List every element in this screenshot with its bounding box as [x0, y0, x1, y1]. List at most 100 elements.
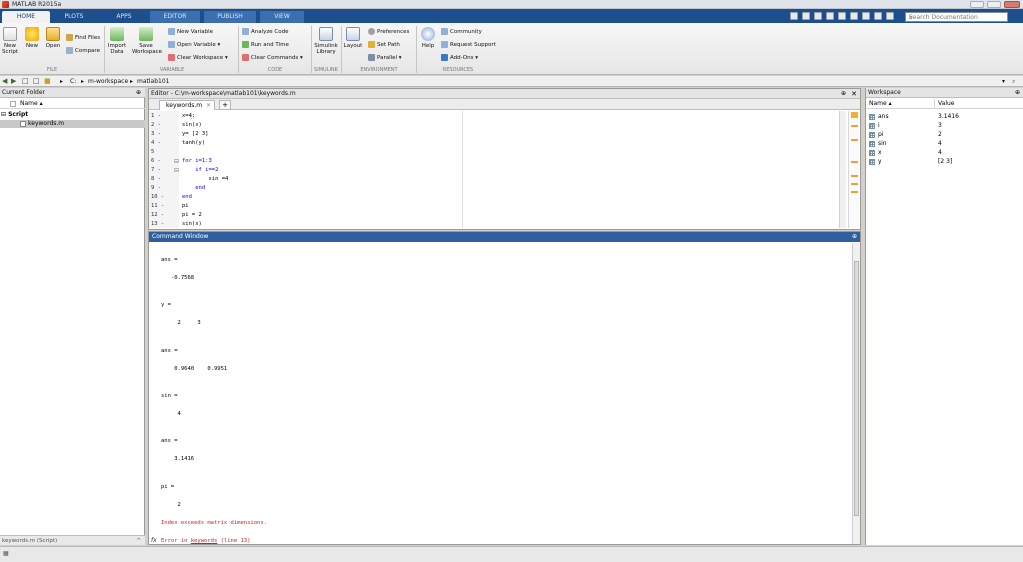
save-icon[interactable]: [802, 12, 810, 20]
code-line[interactable]: if i==2: [182, 166, 218, 175]
warning-marker[interactable]: [851, 175, 858, 177]
minimize-button[interactable]: [970, 1, 984, 8]
tab-publish[interactable]: PUBLISH: [204, 11, 256, 23]
help-button[interactable]: Help: [418, 27, 438, 49]
folder-up-icon[interactable]: □: [22, 78, 29, 85]
command-window-scrollbar[interactable]: [852, 243, 860, 544]
maximize-button[interactable]: [987, 1, 1001, 8]
table-row[interactable]: sin 4: [866, 139, 1023, 148]
cut-icon[interactable]: [814, 12, 822, 20]
close-button[interactable]: [1004, 1, 1020, 8]
code-line[interactable]: end: [182, 184, 205, 193]
save-workspace-button[interactable]: Save Workspace: [132, 27, 162, 55]
request-support-button[interactable]: Request Support: [441, 40, 496, 51]
close-tab-icon[interactable]: ×: [206, 101, 211, 110]
parallel-button[interactable]: Parallel ▾: [368, 53, 402, 64]
analyze-code-button[interactable]: Analyze Code: [242, 27, 289, 38]
code-line[interactable]: pi: [182, 202, 189, 211]
preferences-button[interactable]: Preferences: [368, 27, 409, 38]
find-files-button[interactable]: Find Files: [66, 33, 100, 44]
compare-button[interactable]: Compare: [66, 46, 100, 57]
open-variable-button[interactable]: Open Variable ▾: [168, 40, 220, 51]
warning-marker[interactable]: [851, 191, 858, 193]
fx-prompt-icon[interactable]: fx: [151, 537, 157, 545]
panel-menu-icon[interactable]: ⊕: [1015, 89, 1020, 96]
warning-marker[interactable]: [851, 125, 858, 127]
layout-button[interactable]: Layout: [343, 27, 363, 49]
clear-workspace-button[interactable]: Clear Workspace ▾: [168, 53, 228, 64]
switch-windows-icon[interactable]: [874, 12, 882, 20]
community-button[interactable]: Community: [441, 27, 482, 38]
tab-keywords-m[interactable]: keywords.m ×: [159, 100, 215, 110]
breadcrumb-c[interactable]: C:: [70, 78, 76, 85]
breadcrumb-matlab101[interactable]: matlab101: [137, 78, 169, 85]
clear-commands-button[interactable]: Clear Commands ▾: [242, 53, 303, 64]
scrollbar-thumb[interactable]: [854, 261, 859, 516]
qat-icon[interactable]: [790, 12, 798, 20]
table-row[interactable]: i3: [866, 121, 1023, 130]
column-header-name[interactable]: Name ▴: [869, 99, 892, 109]
code-line[interactable]: sin(x): [182, 121, 202, 130]
new-script-button[interactable]: New Script: [0, 27, 20, 55]
table-row[interactable]: x4: [866, 148, 1023, 157]
forward-arrow-icon[interactable]: ▶: [11, 78, 16, 85]
editor-scrollbar[interactable]: [839, 111, 846, 228]
back-arrow-icon[interactable]: ◀: [2, 78, 7, 85]
copy-icon[interactable]: [826, 12, 834, 20]
address-bar: ◀ ▶ □ □ ■ ▸ C: ▸ m-workspace ▸ matlab101…: [0, 76, 1023, 87]
warning-indicator-icon[interactable]: [851, 112, 858, 118]
code-line[interactable]: end: [182, 193, 192, 202]
column-header-value[interactable]: Value: [938, 99, 954, 109]
code-line[interactable]: y= [2 3]: [182, 130, 209, 139]
code-analyzer-bar[interactable]: [848, 111, 859, 228]
warning-marker[interactable]: [851, 183, 858, 185]
help-icon[interactable]: [886, 12, 894, 20]
collapse-icon[interactable]: ⊟: [0, 111, 6, 119]
folder-group-script[interactable]: ⊟ Script: [0, 111, 145, 119]
search-folder-icon[interactable]: ⌕: [1012, 78, 1015, 85]
panel-menu-icon[interactable]: ⊕: [852, 233, 857, 240]
code-line[interactable]: pi = 2: [182, 211, 202, 220]
tab-apps[interactable]: APPS: [100, 11, 148, 23]
set-path-button[interactable]: Set Path: [368, 40, 400, 51]
column-header-name[interactable]: Name ▴: [0, 99, 145, 109]
panel-menu-icon[interactable]: ⊕: [136, 89, 141, 96]
paste-icon[interactable]: [838, 12, 846, 20]
breadcrumb-m-workspace[interactable]: m-workspace: [88, 78, 128, 85]
undo-icon[interactable]: [850, 12, 858, 20]
table-row[interactable]: pi 2: [866, 130, 1023, 139]
tab-plots[interactable]: PLOTS: [50, 11, 98, 23]
import-data-button[interactable]: Import Data: [107, 27, 127, 55]
new-variable-button[interactable]: New Variable: [168, 27, 213, 38]
simulink-library-button[interactable]: Simulink Library: [313, 27, 339, 55]
code-line[interactable]: sin(x): [182, 220, 202, 229]
code-line[interactable]: sin =4: [182, 175, 228, 184]
run-and-time-button[interactable]: Run and Time: [242, 40, 289, 51]
fold-icon[interactable]: ⊟: [174, 167, 179, 174]
add-ons-button[interactable]: Add-Ons ▾: [441, 53, 478, 64]
code-line[interactable]: tanh(y): [182, 139, 205, 148]
redo-icon[interactable]: [862, 12, 870, 20]
tab-home[interactable]: HOME: [2, 11, 50, 23]
panel-menu-icon[interactable]: ⊕: [841, 90, 846, 97]
error-link-keywords[interactable]: keywords: [191, 538, 218, 544]
tab-editor[interactable]: EDITOR: [150, 11, 200, 23]
list-item[interactable]: keywords.m: [0, 120, 145, 128]
table-row[interactable]: y [2 3]: [866, 157, 1023, 166]
open-button[interactable]: Open: [43, 27, 63, 49]
search-icon[interactable]: ⌕: [909, 14, 916, 21]
address-dropdown-icon[interactable]: ▾: [1002, 78, 1005, 85]
warning-marker[interactable]: [851, 161, 858, 163]
new-tab-button[interactable]: +: [219, 100, 231, 110]
warning-marker[interactable]: [851, 139, 858, 141]
browse-folder-icon[interactable]: □: [33, 78, 40, 85]
table-row[interactable]: ans 3.1416: [866, 112, 1023, 121]
tab-view[interactable]: VIEW: [260, 11, 304, 23]
search-documentation-input[interactable]: Search Documentation ⌕: [905, 12, 1008, 22]
chevron-up-icon[interactable]: ^: [136, 536, 141, 546]
close-icon[interactable]: ✕: [851, 90, 857, 98]
fold-icon[interactable]: ⊟: [174, 158, 179, 165]
code-line[interactable]: for i=1:3: [182, 157, 212, 166]
code-line[interactable]: x=4;: [182, 112, 195, 121]
new-button[interactable]: New: [22, 27, 42, 49]
